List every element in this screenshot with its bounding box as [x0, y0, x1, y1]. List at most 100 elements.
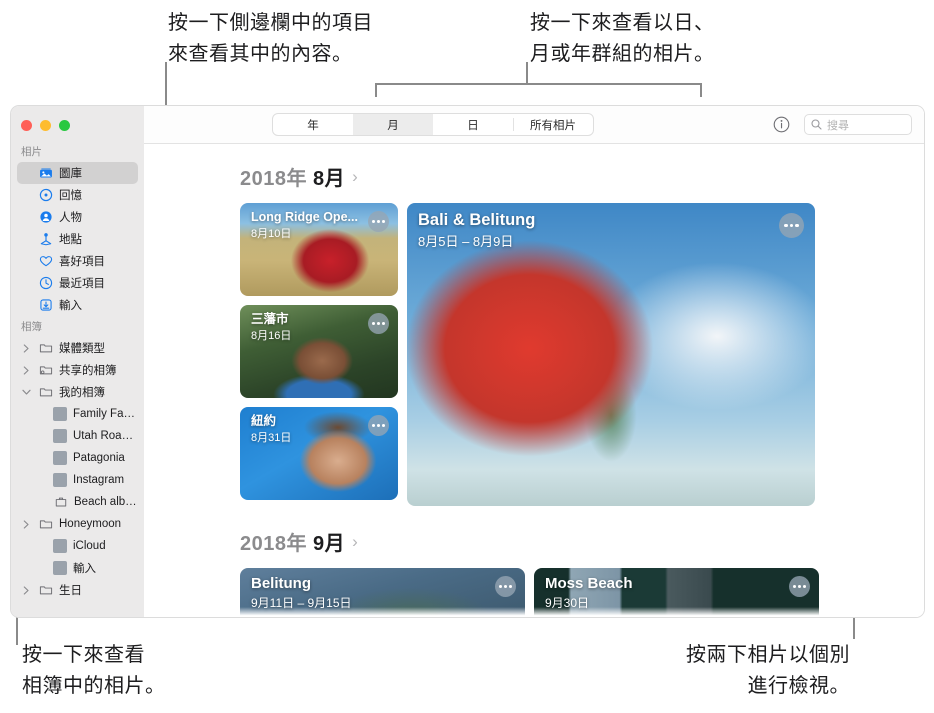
- card-date: 8月31日: [251, 431, 292, 444]
- sidebar-item-label: Instagram: [73, 474, 125, 486]
- sidebar-item-icloud[interactable]: iCloud: [17, 535, 138, 557]
- card-date: 9月30日: [545, 595, 590, 610]
- album-icon: [53, 495, 68, 509]
- more-options-icon[interactable]: [495, 576, 516, 597]
- sidebar-item-[interactable]: 喜好項目: [17, 250, 138, 272]
- card-date: 8月16日: [251, 329, 292, 342]
- chevron-right-icon[interactable]: ›: [352, 167, 358, 187]
- card-date: 8月5日 – 8月9日: [418, 233, 514, 249]
- card-caption: Belitung 9月11日 – 9月15日: [251, 575, 352, 611]
- sidebar-item-[interactable]: 我的相簿: [17, 381, 138, 403]
- sidebar-item-label: 圖庫: [59, 168, 82, 180]
- sidebar-item-label: 地點: [59, 234, 82, 246]
- sidebar-item-beach-album[interactable]: Beach album: [17, 491, 138, 513]
- card-date: 9月11日 – 9月15日: [251, 595, 352, 610]
- photo-card[interactable]: Moss Beach 9月30日: [534, 568, 819, 617]
- minimize-button[interactable]: [40, 120, 51, 131]
- sidebar-item-[interactable]: 輸入: [17, 294, 138, 316]
- chevron-right-icon[interactable]: [21, 365, 32, 375]
- view-mode-2[interactable]: 日: [433, 114, 513, 135]
- album-thumb-instagram: [53, 473, 67, 487]
- sidebar-item-label: 媒體類型: [59, 343, 105, 355]
- sidebar-item-instagram[interactable]: Instagram: [17, 469, 138, 491]
- card-caption: Bali & Belitung 8月5日 – 8月9日: [418, 210, 535, 250]
- sidebar-item-patagonia[interactable]: Patagonia: [17, 447, 138, 469]
- sidebar-section-header: 相簿: [21, 321, 42, 333]
- photo-card-featured[interactable]: Bali & Belitung 8月5日 – 8月9日: [407, 203, 815, 506]
- sidebar-item-[interactable]: 人物: [17, 206, 138, 228]
- sidebar-item-family-family[interactable]: Family Family...: [17, 403, 138, 425]
- sidebar-item-label: 輸入: [59, 300, 82, 312]
- photo-card[interactable]: Long Ridge Ope... 8月10日: [240, 203, 398, 296]
- sidebar-item-[interactable]: 生日: [17, 579, 138, 601]
- card-caption: 紐約 8月31日: [251, 414, 291, 445]
- sidebar-item-honeymoon[interactable]: Honeymoon: [17, 513, 138, 535]
- leader-line-top-right-arm: [375, 83, 702, 85]
- close-button[interactable]: [21, 120, 32, 131]
- search-field[interactable]: 搜尋: [804, 114, 912, 135]
- group-header-september[interactable]: 2018年 9月 ›: [240, 527, 924, 556]
- chevron-right-icon[interactable]: [21, 343, 32, 353]
- album-thumb-import: [53, 561, 67, 575]
- card-title: 三藩市: [251, 312, 289, 326]
- folder-icon: [38, 341, 53, 355]
- group-year: 2018年: [240, 533, 307, 555]
- photo-card[interactable]: Belitung 9月11日 – 9月15日: [240, 568, 525, 617]
- search-placeholder: 搜尋: [827, 119, 849, 132]
- more-options-icon[interactable]: [789, 576, 810, 597]
- chevron-right-icon[interactable]: ›: [352, 532, 358, 552]
- sidebar-item-[interactable]: 回憶: [17, 184, 138, 206]
- more-options-icon[interactable]: [368, 415, 389, 436]
- card-caption: Long Ridge Ope... 8月10日: [251, 210, 358, 241]
- shared-folder-icon: [38, 363, 53, 377]
- sidebar-item-label: 共享的相簿: [59, 365, 117, 377]
- photo-card[interactable]: 紐約 8月31日: [240, 407, 398, 500]
- chevron-right-icon[interactable]: [21, 519, 32, 529]
- album-thumb-patagonia: [53, 451, 67, 465]
- import-icon: [38, 298, 53, 312]
- sidebar-item-[interactable]: 媒體類型: [17, 337, 138, 359]
- people-icon: [38, 210, 53, 224]
- folder-icon: [38, 385, 53, 399]
- sidebar-item-label: Patagonia: [73, 452, 125, 464]
- card-title: Bali & Belitung: [418, 211, 536, 229]
- sidebar-item-label: Beach album: [74, 496, 138, 508]
- leader-line-top-right-left-tick: [375, 83, 377, 97]
- sidebar[interactable]: 相片 圖庫 回憶 人物 地點 喜好項目 最近項目 輸入 相簿 媒體類型 共享的相簿 我的相簿 Famil…: [11, 106, 144, 617]
- photo-card[interactable]: 三藩市 8月16日: [240, 305, 398, 398]
- september-row: Belitung 9月11日 – 9月15日 Moss Beach 9月30日: [240, 568, 924, 617]
- group-header-august[interactable]: 2018年 8月 ›: [240, 162, 924, 191]
- info-icon[interactable]: [773, 116, 790, 133]
- album-thumb-icloud: [53, 539, 67, 553]
- sidebar-item-[interactable]: 最近項目: [17, 272, 138, 294]
- view-mode-3[interactable]: 所有相片: [513, 114, 593, 135]
- chevron-down-icon[interactable]: [21, 389, 32, 396]
- clock-icon: [38, 276, 53, 290]
- sidebar-item-label: 我的相簿: [59, 387, 105, 399]
- card-title: Long Ridge Ope...: [251, 210, 358, 224]
- group-month: 9月: [313, 533, 346, 555]
- more-options-icon[interactable]: [779, 213, 804, 238]
- search-icon: [811, 119, 822, 130]
- chevron-right-icon[interactable]: [21, 585, 32, 595]
- sidebar-item-[interactable]: 地點: [17, 228, 138, 250]
- places-icon: [38, 232, 53, 246]
- leader-line-top-right-stem: [526, 62, 528, 84]
- sidebar-item-[interactable]: 共享的相簿: [17, 359, 138, 381]
- photo-grid[interactable]: 2018年 8月 › Long Ridge Ope... 8月10日 三藩市 8…: [144, 144, 924, 617]
- sidebar-item-[interactable]: 圖庫: [17, 162, 138, 184]
- sidebar-item-[interactable]: 輸入: [17, 557, 138, 579]
- view-mode-1[interactable]: 月: [353, 114, 433, 135]
- sidebar-item-label: 回憶: [59, 190, 82, 202]
- view-mode-0[interactable]: 年: [273, 114, 353, 135]
- group-month: 8月: [313, 168, 346, 190]
- zoom-button[interactable]: [59, 120, 70, 131]
- view-mode-segmented-control[interactable]: 年月日所有相片: [272, 113, 594, 136]
- sidebar-item-label: Honeymoon: [59, 518, 122, 530]
- more-options-icon[interactable]: [368, 313, 389, 334]
- sidebar-item-label: 輸入: [73, 563, 96, 575]
- memories-icon: [38, 188, 53, 202]
- more-options-icon[interactable]: [368, 211, 389, 232]
- sidebar-item-utah-roadtrip[interactable]: Utah Roadtrip: [17, 425, 138, 447]
- window-traffic-lights: [11, 116, 144, 141]
